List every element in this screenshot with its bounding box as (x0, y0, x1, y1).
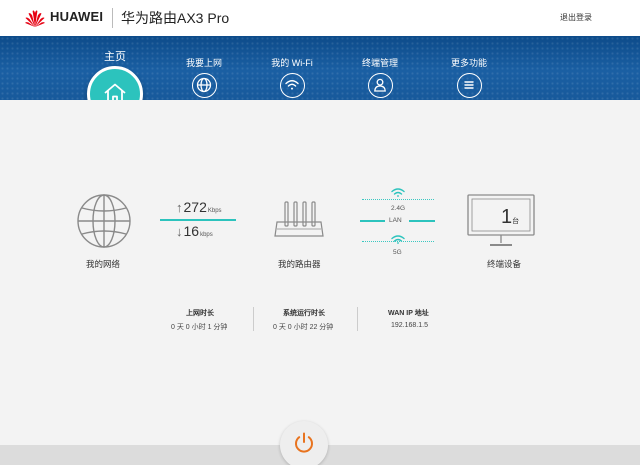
router-icon[interactable] (274, 200, 324, 240)
stat-value-wan-ip: 192.168.1.5 (391, 322, 428, 329)
lan-label: LAN (389, 217, 402, 224)
brand-divider (112, 8, 113, 28)
speed-divider (160, 219, 236, 221)
globe-icon (191, 73, 217, 98)
nav-item-label: 我要上网 (185, 58, 222, 68)
nav-item-more[interactable]: 更多功能 (434, 36, 504, 98)
device-count-value: 1 (500, 206, 513, 228)
wifi-5g-icon (391, 235, 405, 244)
download-unit: kbps (200, 232, 213, 238)
device-count: 1台 (490, 206, 530, 229)
band-5g-line (362, 241, 434, 242)
stat-divider (253, 307, 254, 331)
stat-value-online-time: 0 天 0 小时 1 分钟 (171, 324, 228, 331)
nav-item-wifi[interactable]: 我的 Wi-Fi (257, 36, 327, 98)
download-arrow-icon: ↓ (176, 224, 183, 239)
band-24g-line (362, 199, 434, 200)
nav-item-devices[interactable]: 终端管理 (345, 36, 415, 98)
upload-value: 272 (183, 199, 207, 215)
network-globe-icon[interactable] (76, 193, 132, 249)
download-speed: ↓16kbps (176, 223, 213, 239)
user-icon (367, 73, 393, 98)
band-5g-label: 5G (393, 249, 402, 256)
wifi-icon (279, 73, 305, 98)
devices-label: 终端设备 (487, 259, 522, 269)
router-label: 我的路由器 (278, 259, 321, 269)
wifi-24g-icon (391, 188, 405, 197)
dashboard (0, 100, 640, 445)
product-title: 华为路由AX3 Pro (121, 10, 230, 26)
nav-item-internet[interactable]: 我要上网 (169, 36, 239, 98)
nav-item-label: 终端管理 (361, 58, 398, 68)
upload-arrow-icon: ↑ (176, 200, 183, 215)
device-count-unit: 台 (512, 218, 520, 225)
nav-item-home[interactable]: 主页 (80, 36, 150, 64)
lan-line-left (360, 220, 385, 222)
nav-item-label: 我的 Wi-Fi (271, 58, 313, 68)
stat-title-online-time: 上网时长 (186, 310, 214, 317)
power-button[interactable] (280, 421, 328, 465)
band-24g-label: 2.4G (391, 205, 406, 212)
upload-unit: Kbps (207, 208, 222, 214)
power-icon (295, 432, 313, 453)
logout-link[interactable]: 退出登录 (560, 12, 592, 23)
nav-item-label: 更多功能 (450, 58, 487, 68)
home-label: 主页 (104, 51, 126, 63)
upload-speed: ↑272Kbps (176, 199, 222, 215)
menu-icon (456, 73, 482, 98)
lan-line-right (409, 220, 435, 222)
network-label: 我的网络 (86, 259, 121, 269)
huawei-logo-icon (25, 10, 45, 28)
download-value: 16 (183, 223, 200, 239)
stat-title-uptime: 系统运行时长 (283, 310, 325, 317)
stat-divider (357, 307, 358, 331)
stat-title-wan-ip: WAN IP 地址 (388, 310, 429, 317)
top-bar: HUAWEI 华为路由AX3 Pro 退出登录 (0, 0, 640, 36)
brand-name: HUAWEI (50, 9, 104, 24)
stat-value-uptime: 0 天 0 小时 22 分钟 (273, 324, 334, 331)
